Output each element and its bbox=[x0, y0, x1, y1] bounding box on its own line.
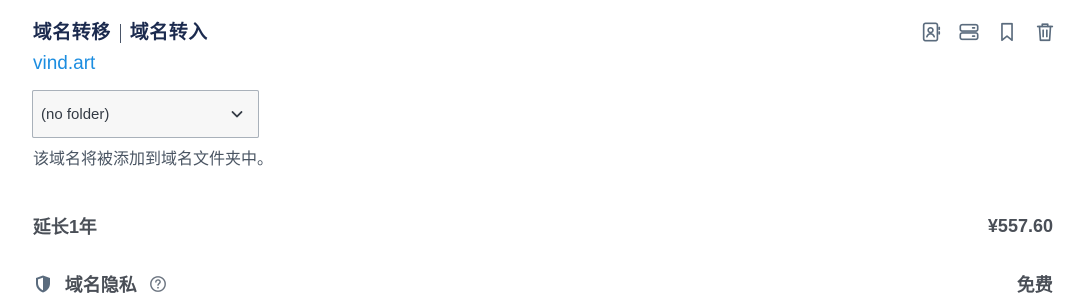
title-divider bbox=[120, 23, 122, 43]
privacy-row: 域名隐私 免费 bbox=[33, 272, 1053, 296]
help-icon[interactable] bbox=[149, 275, 167, 293]
extend-label: 延长1年 bbox=[33, 217, 98, 237]
privacy-price: 免费 bbox=[1017, 275, 1053, 295]
chevron-down-icon bbox=[231, 111, 243, 118]
contact-card-button[interactable] bbox=[919, 20, 943, 44]
extend-row: 延长1年 ¥557.60 bbox=[33, 214, 1053, 238]
domain-link[interactable]: vind.art bbox=[33, 52, 95, 76]
delete-button[interactable] bbox=[1033, 20, 1057, 44]
contact-card-icon bbox=[922, 22, 941, 42]
server-button[interactable] bbox=[957, 20, 981, 44]
server-icon bbox=[959, 23, 979, 41]
title-transfer: 域名转移 bbox=[33, 22, 112, 43]
folder-select[interactable]: (no folder) bbox=[32, 90, 259, 138]
trash-icon bbox=[1036, 23, 1054, 42]
shield-icon bbox=[36, 275, 50, 293]
bookmark-icon bbox=[1001, 22, 1013, 42]
folder-helper-text: 该域名将被添加到域名文件夹中。 bbox=[33, 151, 274, 168]
domain-transfer-card: 域名转移 域名转入 vind.art (no folder) 该域名将被添加到域… bbox=[0, 0, 1086, 307]
bookmark-button[interactable] bbox=[995, 20, 1019, 44]
title-transfer-in: 域名转入 bbox=[130, 22, 209, 43]
extend-price: ¥557.60 bbox=[987, 215, 1053, 236]
privacy-label-group: 域名隐私 bbox=[33, 271, 167, 297]
privacy-label: 域名隐私 bbox=[65, 275, 137, 295]
folder-select-value: (no folder) bbox=[41, 105, 110, 123]
card-title: 域名转移 域名转入 bbox=[33, 20, 208, 46]
card-toolbar bbox=[919, 20, 1057, 44]
